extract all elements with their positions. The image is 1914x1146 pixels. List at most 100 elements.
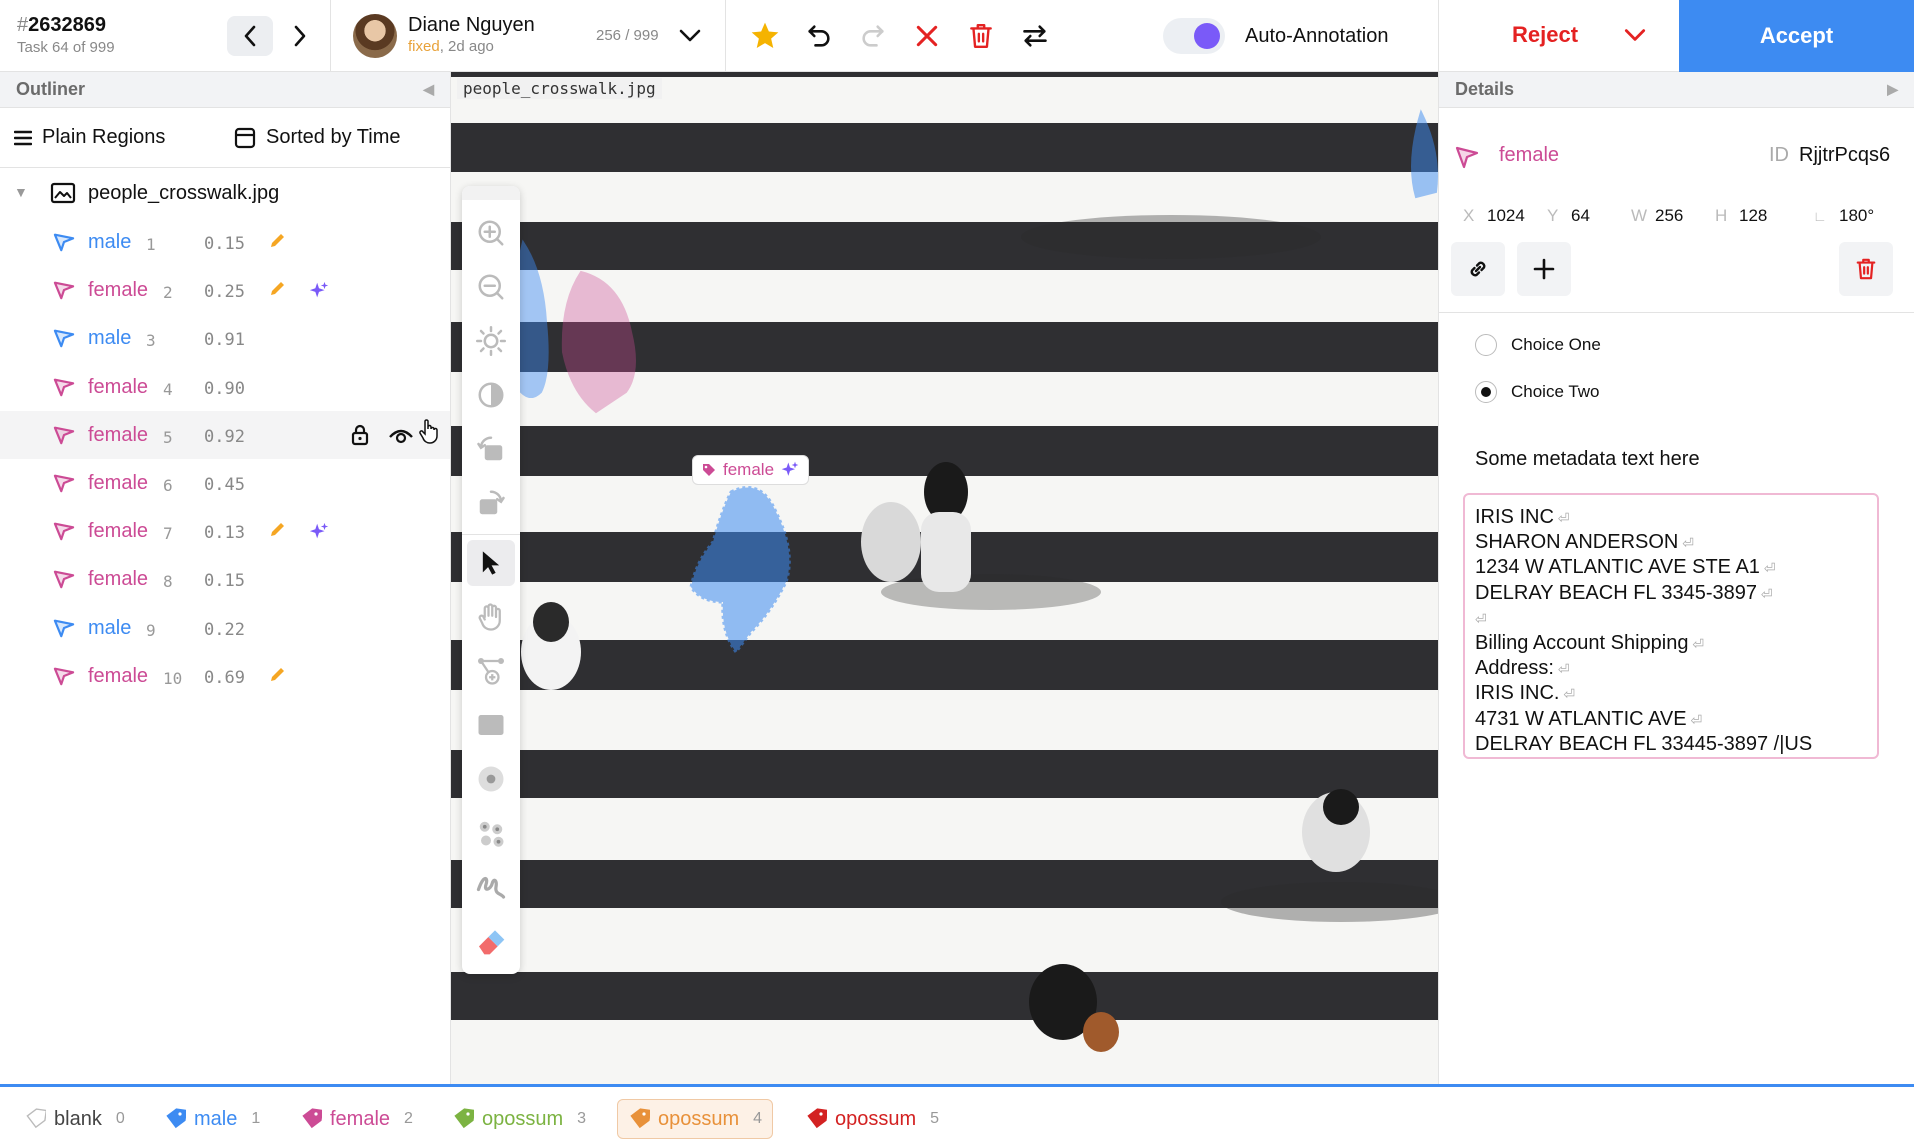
male-region-shape[interactable] [1411, 109, 1438, 199]
toolbar-drag-handle[interactable] [462, 186, 520, 200]
tag-icon [807, 1108, 827, 1129]
person-figure [1323, 789, 1359, 825]
shadow [1021, 215, 1321, 259]
link-button[interactable] [1451, 242, 1505, 296]
region-item[interactable]: female 4 0.90 [0, 363, 450, 411]
choice-one-radio[interactable] [1475, 334, 1497, 356]
annotation-counter: 256 / 999 [596, 27, 659, 44]
region-item[interactable]: female 7 0.13 [0, 507, 450, 555]
redo-button[interactable] [853, 16, 893, 56]
tag-icon [630, 1108, 650, 1129]
lock-icon[interactable] [350, 423, 370, 447]
region-label: female [88, 279, 149, 302]
rotate-right-tool[interactable] [467, 480, 515, 526]
collapse-right-icon[interactable]: ▶ [1887, 81, 1898, 98]
region-item[interactable]: female 10 0.69 [0, 652, 450, 700]
region-tag[interactable]: female [692, 455, 810, 485]
clear-button[interactable] [907, 16, 947, 56]
person-figure [921, 512, 971, 592]
selected-region-shape[interactable] [689, 486, 791, 655]
star-button[interactable] [745, 16, 785, 56]
return-glyph-icon: ⏎ [1553, 661, 1570, 678]
region-item[interactable]: male 3 0.91 [0, 314, 450, 362]
pan-tool[interactable] [467, 594, 515, 640]
select-tool[interactable] [467, 540, 515, 586]
ellipse-tool[interactable] [467, 756, 515, 802]
swap-button[interactable] [1015, 16, 1055, 56]
reject-button[interactable]: Reject [1512, 22, 1578, 48]
label-hotkey: 1 [251, 1110, 261, 1127]
rotation-value[interactable]: 180° [1839, 206, 1874, 226]
textarea-line: SHARON ANDERSON ⏎ [1475, 531, 1694, 554]
choice-two-option[interactable]: Choice Two [1475, 381, 1600, 403]
keypoint-tool[interactable] [467, 810, 515, 856]
metadata-textarea[interactable]: IRIS INC ⏎ SHARON ANDERSON ⏎ 1234 W ATLANT… [1463, 493, 1879, 759]
label-opossum-4[interactable]: opossum 4 [617, 1099, 774, 1139]
shadow [881, 574, 1101, 610]
brush-tool[interactable] [467, 864, 515, 910]
add-button[interactable] [1517, 242, 1571, 296]
region-item[interactable]: male 9 0.22 [0, 604, 450, 652]
close-icon [916, 25, 938, 47]
region-index: 7 [163, 524, 173, 544]
person-figure [1083, 1012, 1119, 1052]
region-index: 6 [163, 476, 173, 495]
region-item[interactable]: male 1 0.15 [0, 218, 450, 266]
accept-button[interactable]: Accept [1679, 0, 1914, 72]
female-region-shape[interactable] [561, 270, 636, 414]
region-item[interactable]: female 8 0.15 [0, 555, 450, 603]
next-task-button[interactable] [277, 16, 323, 56]
region-item[interactable]: female 2 0.25 [0, 266, 450, 314]
reject-options-button[interactable] [1622, 22, 1648, 53]
image-canvas[interactable]: people_crosswalk.jpg female [451, 72, 1438, 1084]
auto-annotation-toggle[interactable] [1163, 18, 1225, 54]
zoom-out-tool[interactable] [467, 264, 515, 310]
x-value[interactable]: 1024 [1487, 206, 1525, 226]
label-opossum-3[interactable]: opossum 3 [442, 1099, 596, 1139]
sun-icon [476, 326, 506, 356]
undo-button[interactable] [799, 16, 839, 56]
undo-icon [808, 25, 830, 47]
brightness-tool[interactable] [467, 318, 515, 364]
w-value[interactable]: 256 [1655, 206, 1683, 226]
region-item[interactable]: female 5 0.92 [0, 410, 450, 459]
zoom-out-icon [478, 274, 504, 300]
group-by-button[interactable]: Plain Regions [14, 126, 165, 149]
contrast-tool[interactable] [467, 372, 515, 418]
calendar-icon [234, 127, 256, 148]
y-value[interactable]: 64 [1571, 206, 1590, 226]
delete-region-button[interactable] [1839, 242, 1893, 296]
label-opossum-5[interactable]: opossum 5 [795, 1099, 949, 1139]
prev-task-button[interactable] [227, 16, 273, 56]
file-tree-item[interactable]: ▼ people_crosswalk.jpg [0, 168, 450, 218]
label-male-1[interactable]: male 1 [154, 1099, 270, 1139]
person-figure [533, 602, 569, 642]
brush-scribble-icon [476, 876, 506, 899]
zoom-in-tool[interactable] [467, 210, 515, 256]
circle-icon [478, 766, 504, 792]
polygon-tool[interactable] [467, 648, 515, 694]
eye-icon[interactable] [388, 423, 414, 447]
choice-one-option[interactable]: Choice One [1475, 334, 1601, 356]
trash-icon [1856, 258, 1876, 280]
return-glyph-icon: ⏎ [1759, 560, 1776, 577]
region-label: male [88, 327, 132, 350]
textarea-line: DELRAY BEACH FL 33445-3897 /|US [1475, 732, 1813, 755]
delete-button[interactable] [961, 16, 1001, 56]
w-key: W [1631, 206, 1648, 225]
label-blank-0[interactable]: blank 0 [14, 1099, 135, 1139]
details-header: Details ▶ [1439, 72, 1914, 108]
tag-icon [26, 1108, 46, 1129]
sort-button[interactable]: Sorted by Time [234, 126, 401, 149]
collapse-left-icon[interactable]: ◀ [423, 81, 434, 98]
label-female-2[interactable]: female 2 [290, 1099, 423, 1139]
eraser-tool[interactable] [467, 918, 515, 964]
choice-two-radio[interactable] [1475, 381, 1497, 403]
annotation-history-dropdown[interactable] [670, 16, 710, 56]
expand-caret-icon[interactable]: ▼ [14, 184, 28, 200]
rectangle-tool[interactable] [467, 702, 515, 748]
rotate-left-tool[interactable] [467, 426, 515, 472]
region-item[interactable]: female 6 0.45 [0, 459, 450, 507]
h-value[interactable]: 128 [1739, 206, 1767, 226]
outliner-header: Outliner ◀ [0, 72, 450, 108]
